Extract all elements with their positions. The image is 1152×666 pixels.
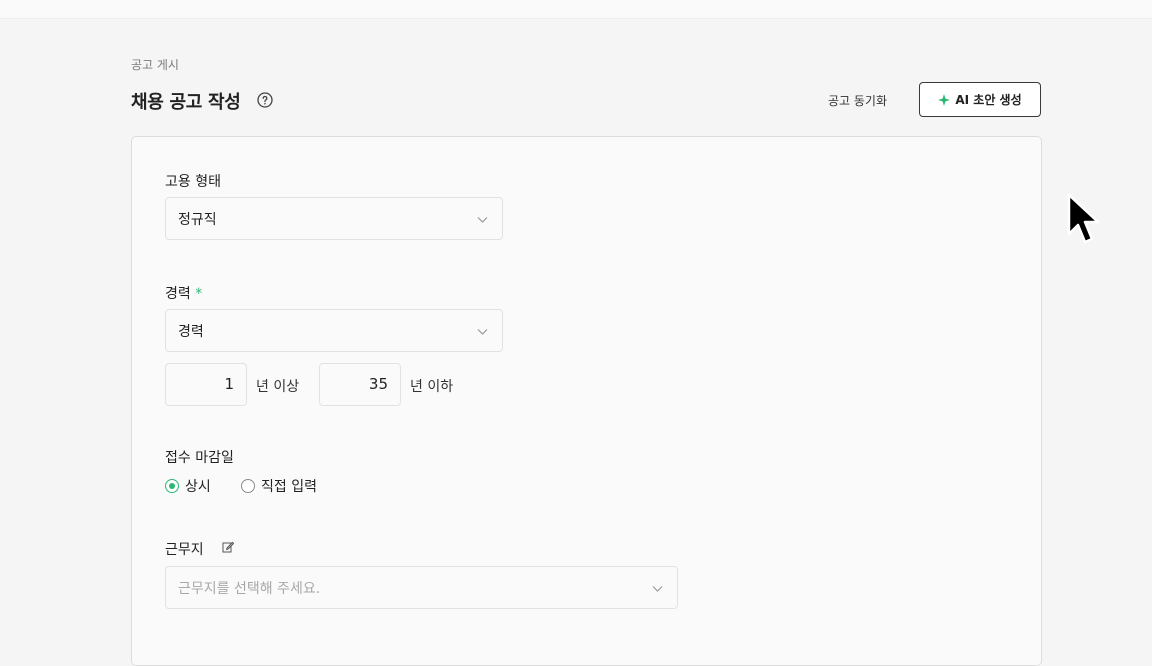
location-placeholder: 근무지를 선택해 주세요.	[178, 580, 321, 597]
sparkle-icon	[938, 93, 951, 106]
chevron-down-icon	[652, 586, 663, 592]
deadline-label: 접수 마감일	[165, 450, 234, 466]
max-years-input[interactable]: 35	[319, 363, 401, 406]
career-label: 경력 *	[165, 283, 202, 303]
ai-draft-button-label: AI 초안 생성	[955, 93, 1022, 107]
chevron-down-icon	[477, 329, 488, 335]
deadline-option-always[interactable]: 상시	[165, 476, 211, 496]
required-mark: *	[195, 286, 203, 302]
mouse-pointer-icon	[1067, 193, 1100, 244]
radio-checked-icon	[165, 479, 179, 493]
employment-type-value: 정규직	[178, 211, 217, 228]
deadline-option-direct-label: 직접 입력	[261, 479, 317, 495]
min-years-unit: 년 이상	[256, 379, 300, 395]
location-label: 근무지	[165, 542, 204, 558]
deadline-option-always-label: 상시	[185, 479, 211, 495]
career-label-text: 경력	[165, 286, 191, 302]
radio-unchecked-icon	[241, 479, 255, 493]
sync-posting-link[interactable]: 공고 동기화	[828, 92, 887, 109]
employment-type-select[interactable]: 정규직	[165, 197, 503, 240]
location-select[interactable]: 근무지를 선택해 주세요.	[165, 566, 678, 609]
question-circle-icon[interactable]	[257, 92, 273, 108]
career-value: 경력	[178, 323, 204, 340]
career-select[interactable]: 경력	[165, 309, 503, 352]
employment-type-label: 고용 형태	[165, 174, 221, 190]
breadcrumb: 공고 게시	[131, 58, 179, 72]
top-bar	[0, 0, 1152, 19]
page-title: 채용 공고 작성	[131, 92, 241, 113]
chevron-down-icon	[477, 217, 488, 223]
ai-draft-button[interactable]: AI 초안 생성	[919, 82, 1041, 117]
edit-icon[interactable]	[222, 541, 234, 553]
min-years-input[interactable]: 1	[165, 363, 247, 406]
deadline-option-direct[interactable]: 직접 입력	[241, 476, 317, 496]
form-card: 고용 형태 정규직 경력 * 경력 1 년 이상 35 년 이하 접수 마감일 …	[131, 136, 1042, 666]
max-years-unit: 년 이하	[410, 379, 454, 395]
